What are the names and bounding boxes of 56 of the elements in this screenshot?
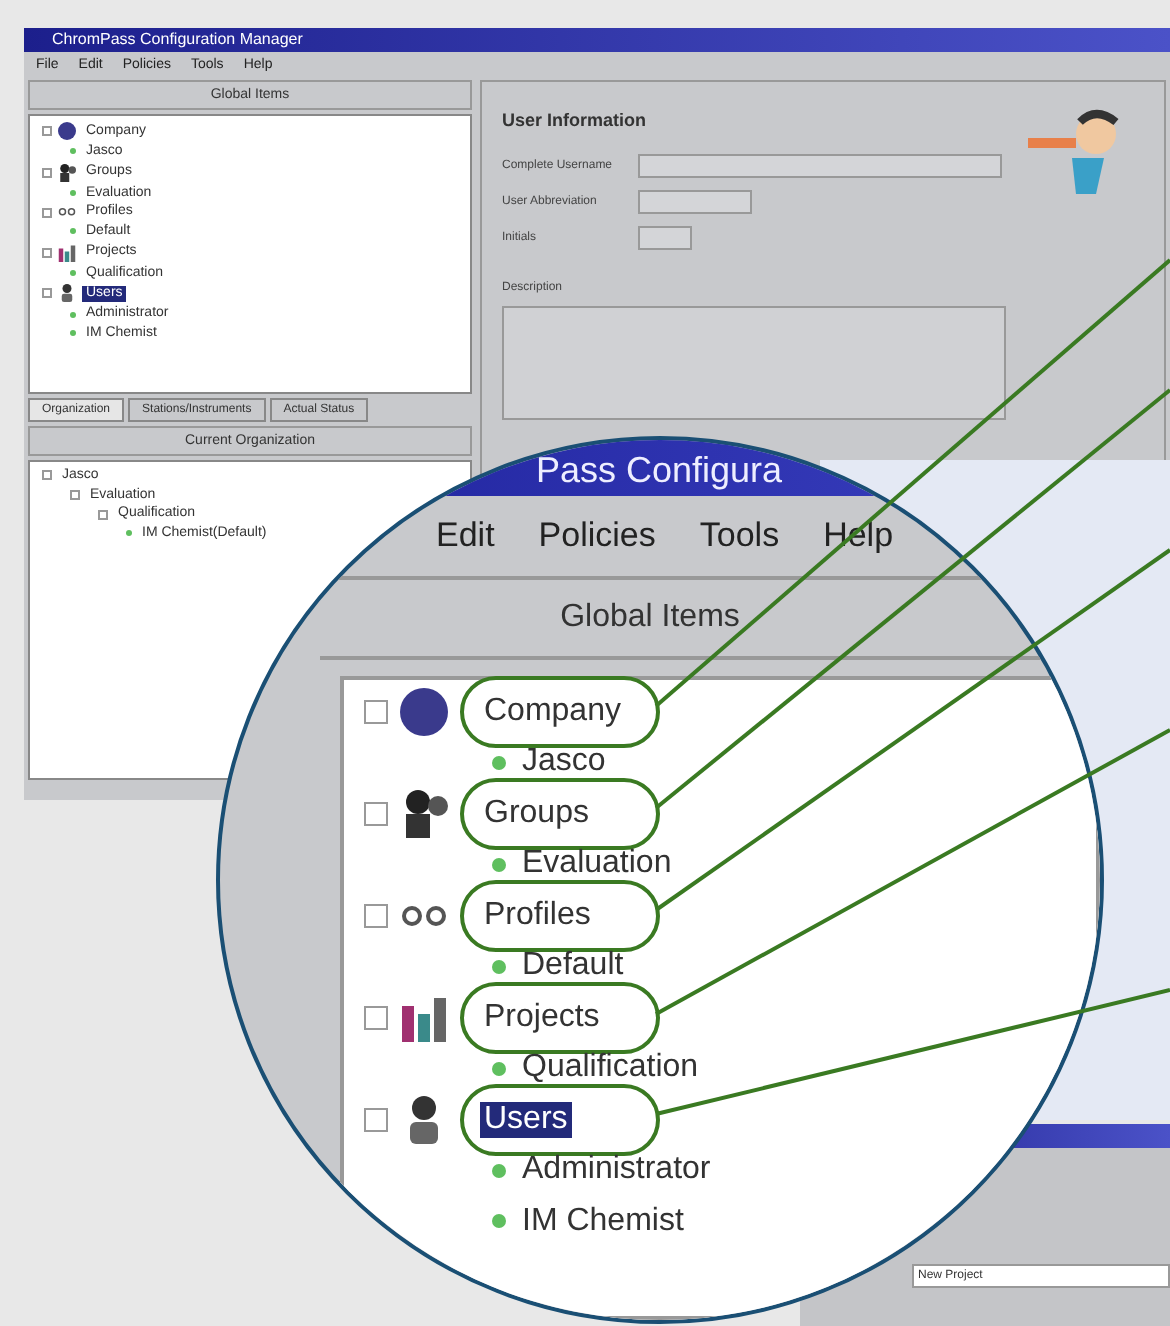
leaf-dot-icon xyxy=(70,190,76,197)
leaf-dot-icon xyxy=(70,148,76,155)
globe-icon xyxy=(58,122,76,140)
leaf-dot-icon xyxy=(492,1214,506,1229)
leaf-dot-icon xyxy=(492,1163,506,1178)
tree-item[interactable]: Qualification xyxy=(518,1050,703,1087)
tree-item[interactable]: Profiles xyxy=(480,897,595,934)
pane-header: Global Items xyxy=(320,576,1100,660)
collapse-box[interactable] xyxy=(98,509,108,520)
collapse-box[interactable] xyxy=(42,126,52,136)
input-field[interactable] xyxy=(638,226,692,250)
collapse-box[interactable] xyxy=(42,288,52,299)
collapse-box[interactable] xyxy=(364,903,388,928)
menu-item[interactable]: Edit xyxy=(436,516,495,556)
tree-item[interactable]: Default xyxy=(518,948,628,985)
leaf-dot-icon xyxy=(70,311,76,318)
collapse-box[interactable] xyxy=(364,1005,388,1030)
collapse-box[interactable] xyxy=(42,167,52,178)
collapse-box[interactable] xyxy=(364,801,388,826)
leaf-dot-icon xyxy=(492,959,506,974)
menu-item[interactable]: Policies xyxy=(538,516,656,556)
collapse-box[interactable] xyxy=(42,470,52,481)
globe-icon xyxy=(400,687,448,736)
tree-item[interactable]: Groups xyxy=(480,795,593,832)
collapse-box[interactable] xyxy=(70,490,80,501)
menu-item[interactable]: Tools xyxy=(699,516,780,556)
bar-chart-icon xyxy=(58,243,76,262)
collapse-box[interactable] xyxy=(364,699,388,724)
tree-item[interactable]: Users xyxy=(480,1101,572,1138)
input-field[interactable] xyxy=(638,190,752,214)
window-title: ChromPass Configuration Manager xyxy=(24,28,1170,52)
people-icon xyxy=(58,163,76,182)
input-field[interactable] xyxy=(638,154,1002,178)
glasses-icon xyxy=(400,905,448,926)
glasses-icon xyxy=(58,208,76,217)
leaf-dot-icon xyxy=(70,270,76,277)
description-field[interactable] xyxy=(502,306,1006,420)
section-title: User Information xyxy=(502,110,649,130)
tree-item[interactable]: IM Chemist xyxy=(518,1203,688,1240)
collapse-box[interactable] xyxy=(42,207,52,218)
tree-item[interactable]: Evaluation xyxy=(518,846,676,883)
leaf-dot-icon xyxy=(70,330,76,337)
collapse-box[interactable] xyxy=(364,1107,388,1132)
leaf-dot-icon xyxy=(70,228,76,235)
people-icon xyxy=(400,789,448,838)
tree-item[interactable]: Company xyxy=(480,693,625,730)
tree-item[interactable]: Administrator xyxy=(518,1152,715,1189)
leaf-dot-icon xyxy=(492,1061,506,1076)
leaf-dot-icon xyxy=(492,755,506,770)
collapse-box[interactable] xyxy=(42,247,52,258)
tree-item[interactable]: Jasco xyxy=(518,744,610,781)
leaf-dot-icon xyxy=(492,857,506,872)
person-icon xyxy=(58,284,76,303)
leaf-dot-icon xyxy=(126,530,132,537)
tree-item[interactable]: Projects xyxy=(480,999,604,1036)
bar-chart-icon xyxy=(400,993,448,1042)
